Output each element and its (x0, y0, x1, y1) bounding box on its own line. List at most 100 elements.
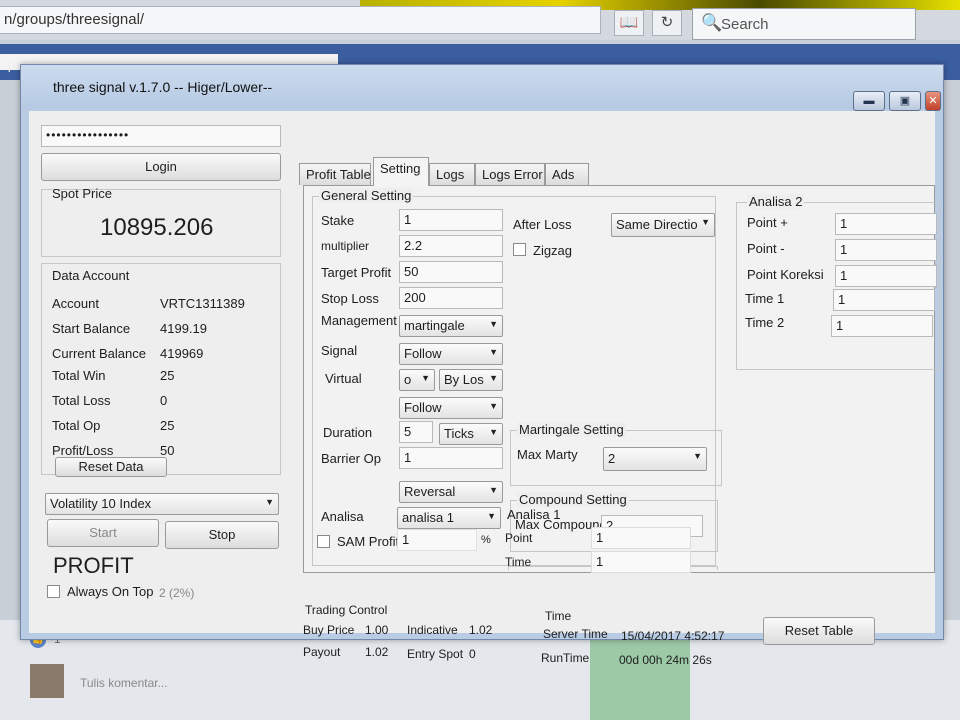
analisa1-point-input[interactable]: 1 (591, 527, 691, 549)
url-bar[interactable]: n/groups/threesignal/ (0, 6, 601, 34)
sam-profit-unit: % (481, 534, 491, 546)
barrier-op-input[interactable]: 1 (399, 447, 503, 469)
title-bar[interactable]: three signal v.1.7.0 -- Higer/Lower-- ▬ … (21, 65, 943, 111)
always-on-top-checkbox[interactable] (47, 585, 60, 598)
total-op-label: Total Op (52, 418, 101, 433)
trading-control-title: Trading Control (305, 603, 388, 617)
reload-icon: ↻ (660, 14, 674, 31)
tab-profit-table[interactable]: Profit Table (299, 163, 371, 185)
compound-setting-title: Compound Setting (517, 492, 629, 507)
stake-input[interactable]: 1 (399, 209, 503, 231)
sam-profit-checkbox[interactable] (317, 535, 330, 548)
zigzag-checkbox[interactable] (513, 243, 526, 256)
duration-input[interactable]: 5 (399, 421, 433, 443)
signal-label: Signal (321, 343, 358, 358)
indicative-label: Indicative (407, 623, 458, 637)
total-win-label: Total Win (52, 368, 106, 383)
chevron-down-icon: ▼ (489, 401, 498, 411)
virtual-select-b[interactable]: By Los ▼ (439, 369, 503, 391)
after-loss-label: After Loss (513, 217, 572, 232)
multiplier-input[interactable]: 2.2 (399, 235, 503, 257)
analisa-label: Analisa (321, 509, 364, 524)
tab-ads[interactable]: Ads (545, 163, 589, 185)
max-marty-label: Max Marty (517, 447, 578, 462)
point-koreksi-input[interactable]: 1 (835, 265, 937, 287)
close-button[interactable]: ✕ (925, 91, 941, 111)
general-setting-title: General Setting (319, 188, 414, 203)
minimize-button[interactable]: ▬ (853, 91, 885, 111)
total-loss-label: Total Loss (52, 393, 111, 408)
app-window: three signal v.1.7.0 -- Higer/Lower-- ▬ … (20, 64, 944, 667)
current-balance-label: Current Balance (52, 346, 146, 361)
login-button[interactable]: Login (41, 153, 281, 181)
stake-label: Stake (321, 213, 355, 228)
reset-table-button[interactable]: Reset Table (763, 617, 875, 645)
after-loss-select[interactable]: Same Directio ▼ (611, 213, 715, 237)
maximize-button[interactable]: ▣ (889, 91, 921, 111)
point-plus-label: Point + (747, 215, 788, 230)
avatar[interactable] (30, 664, 64, 698)
search-placeholder: Search (721, 16, 769, 33)
chevron-down-icon: ▼ (693, 451, 702, 461)
reversal-select[interactable]: Reversal ▼ (399, 481, 503, 503)
zigzag-label: Zigzag (533, 243, 573, 258)
time1-input[interactable]: 1 (833, 289, 935, 311)
facebook-partial-text: up (0, 56, 16, 72)
account-label: Account (52, 296, 99, 311)
tab-logs-error[interactable]: Logs Error (475, 163, 545, 185)
point-minus-input[interactable]: 1 (835, 239, 937, 261)
analisa-select-value: analisa 1 (402, 510, 455, 525)
target-profit-input[interactable]: 50 (399, 261, 503, 283)
entry-spot-value: 0 (469, 647, 476, 661)
time2-input[interactable]: 1 (831, 315, 933, 337)
always-on-top-label: Always On Top (67, 584, 154, 599)
book-icon: 📖 (619, 14, 639, 31)
market-select[interactable]: Volatility 10 Index ▼ (45, 493, 279, 515)
indicative-value: 1.02 (469, 623, 493, 637)
reader-view-button[interactable]: 📖 (614, 10, 644, 36)
point-minus-label: Point - (747, 241, 785, 256)
max-marty-select-value: 2 (608, 451, 616, 466)
virtual-label: Virtual (325, 371, 362, 386)
duration-unit-value: Ticks (444, 426, 474, 441)
browser-search-field[interactable]: 🔍 Search (692, 8, 916, 40)
password-field[interactable]: •••••••••••••••• (41, 125, 281, 147)
reload-button[interactable]: ↻ (652, 10, 682, 36)
runtime-label: RunTime (541, 651, 590, 665)
stop-loss-input[interactable]: 200 (399, 287, 503, 309)
management-select[interactable]: martingale ▼ (399, 315, 503, 337)
comment-input[interactable]: Tulis komentar... (80, 676, 168, 690)
tab-setting[interactable]: Setting (373, 157, 429, 186)
start-button[interactable]: Start (47, 519, 159, 547)
virtual-select-b-value: By Los (444, 372, 484, 387)
chevron-down-icon: ▼ (701, 217, 710, 227)
martingale-setting-group: Martingale Setting Max Marty 2 ▼ (510, 422, 722, 486)
sam-profit-input[interactable]: 1 (397, 529, 477, 551)
max-marty-select[interactable]: 2 ▼ (603, 447, 707, 471)
signal-select[interactable]: Follow ▼ (399, 343, 503, 365)
count-text: 2 (2%) (159, 586, 195, 600)
point-plus-input[interactable]: 1 (835, 213, 937, 235)
analisa1-time-input[interactable]: 1 (591, 551, 691, 573)
account-value: VRTC1311389 (160, 296, 245, 311)
chevron-down-icon: ▼ (489, 347, 498, 357)
start-balance-value: 4199.19 (160, 321, 207, 336)
total-win-value: 25 (160, 368, 175, 383)
virtual-select-a[interactable]: o ▼ (399, 369, 435, 391)
point-koreksi-label: Point Koreksi (747, 267, 824, 282)
martingale-setting-title: Martingale Setting (517, 422, 626, 437)
tab-logs[interactable]: Logs (429, 163, 475, 185)
reset-data-button[interactable]: Reset Data (55, 457, 167, 477)
server-time-value: 15/04/2017 4:52:17 (621, 629, 725, 643)
analisa1-title: Analisa 1 (507, 507, 561, 522)
chevron-down-icon: ▼ (421, 373, 430, 383)
virtual-mode-select[interactable]: Follow ▼ (399, 397, 503, 419)
analisa-select[interactable]: analisa 1 ▼ (397, 507, 501, 529)
duration-unit-select[interactable]: Ticks ▼ (439, 423, 503, 445)
post-thumbnail[interactable] (590, 640, 690, 720)
duration-label: Duration (323, 425, 373, 440)
window-title: three signal v.1.7.0 -- Higer/Lower-- (53, 79, 273, 95)
chevron-down-icon: ▼ (489, 319, 498, 329)
spot-price-label: Spot Price (52, 186, 112, 201)
stop-button[interactable]: Stop (165, 521, 279, 549)
